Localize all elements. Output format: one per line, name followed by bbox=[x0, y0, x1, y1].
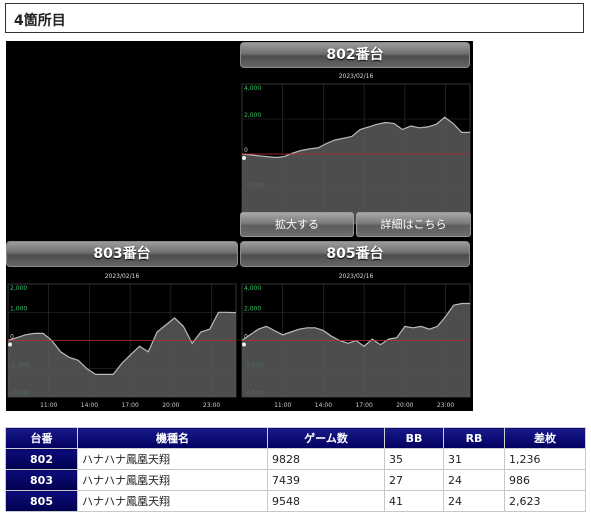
cell-number[interactable]: 805 bbox=[5, 490, 78, 512]
panel-title-805: 805番台 bbox=[240, 241, 470, 267]
chart-805: 2023/02/16 11:00 14:00 17:00 20:00 23:00 4,000… bbox=[241, 273, 471, 409]
x-tick-label: 17:00 bbox=[121, 402, 138, 409]
panel-title-803: 803番台 bbox=[6, 241, 238, 267]
chart-803: 2023/02/16 11:00 14:00 17:00 20:00 23:00 2,000… bbox=[7, 273, 237, 409]
y-tick-label: 0 bbox=[244, 147, 248, 154]
col-header-number: 台番 bbox=[5, 427, 78, 449]
start-point-marker bbox=[242, 156, 246, 160]
cell-games: 9548 bbox=[267, 490, 385, 512]
cell-games: 9828 bbox=[267, 448, 385, 470]
start-point-marker bbox=[242, 342, 246, 347]
panel-803: 803番台 2023/02/16 11:00 14:00 17:00 20:00 23:0… bbox=[6, 241, 238, 411]
start-point-marker bbox=[8, 342, 12, 347]
cell-bb: 35 bbox=[384, 448, 444, 470]
cell-bb: 41 bbox=[384, 490, 444, 512]
y-tick-label: 4,000 bbox=[244, 85, 261, 92]
graph-area: 802番台 2023/02/16 11:00 14:00 17:00 20:00 23:0… bbox=[6, 41, 473, 411]
y-tick-label: 4,000 bbox=[244, 285, 261, 292]
x-tick-label: 14:00 bbox=[315, 402, 332, 409]
chart-date-label: 2023/02/16 bbox=[339, 273, 374, 280]
x-tick-label: 14:00 bbox=[81, 402, 98, 409]
y-tick-label: 2,000 bbox=[244, 305, 261, 312]
cell-games: 7439 bbox=[267, 469, 385, 491]
cell-rb: 24 bbox=[443, 490, 505, 512]
panel-title-802: 802番台 bbox=[240, 42, 470, 68]
col-header-model: 機種名 bbox=[77, 427, 268, 449]
table-row: 802 ハナハナ鳳凰天翔 9828 35 31 1,236 bbox=[5, 448, 586, 470]
zoom-button[interactable]: 拡大する bbox=[240, 212, 354, 237]
panel-802: 802番台 2023/02/1611:0014:0017:0020:0023:0… bbox=[240, 42, 472, 238]
table-row: 805 ハナハナ鳳凰天翔 9548 41 24 2,623 bbox=[5, 490, 586, 512]
x-tick-label: 17:00 bbox=[355, 402, 372, 409]
table-header-row: 台番 機種名 ゲーム数 BB RB 差枚 bbox=[5, 427, 586, 449]
y-tick-label: 2,000 bbox=[10, 285, 27, 292]
section-title: 4箇所目 bbox=[14, 13, 66, 29]
col-header-games: ゲーム数 bbox=[267, 427, 385, 449]
chart-date-label: 2023/02/16 bbox=[339, 73, 374, 80]
table-row: 803 ハナハナ鳳凰天翔 7439 27 24 986 bbox=[5, 469, 586, 491]
y-tick-label: 1,000 bbox=[10, 305, 27, 312]
cell-model: ハナハナ鳳凰天翔 bbox=[77, 469, 268, 491]
chart-date-label: 2023/02/16 bbox=[105, 273, 140, 280]
cell-model: ハナハナ鳳凰天翔 bbox=[77, 448, 268, 470]
col-header-diff: 差枚 bbox=[504, 427, 586, 449]
cell-number[interactable]: 803 bbox=[5, 469, 78, 491]
col-header-bb: BB bbox=[384, 427, 444, 449]
x-tick-label: 23:00 bbox=[437, 402, 454, 409]
col-header-rb: RB bbox=[443, 427, 505, 449]
x-tick-label: 20:00 bbox=[396, 402, 413, 409]
x-tick-label: 11:00 bbox=[40, 402, 57, 409]
y-tick-label: 2,000 bbox=[244, 112, 261, 119]
cell-rb: 24 bbox=[443, 469, 505, 491]
x-tick-label: 11:00 bbox=[274, 402, 291, 409]
panel-805: 805番台 2023/02/16 11:00 14:00 17:00 20:00 23:0… bbox=[240, 241, 472, 411]
detail-button[interactable]: 詳細はこちら bbox=[356, 212, 471, 237]
machine-table: 台番 機種名 ゲーム数 BB RB 差枚 802 ハナハナ鳳凰天翔 9828 3… bbox=[5, 427, 586, 512]
cell-rb: 31 bbox=[443, 448, 505, 470]
x-tick-label: 23:00 bbox=[203, 402, 220, 409]
section-heading: 4箇所目 bbox=[5, 3, 584, 33]
cell-diff: 986 bbox=[504, 469, 586, 491]
cell-model: ハナハナ鳳凰天翔 bbox=[77, 490, 268, 512]
x-tick-label: 20:00 bbox=[162, 402, 179, 409]
cell-bb: 27 bbox=[384, 469, 444, 491]
cell-diff: 1,236 bbox=[504, 448, 586, 470]
cell-diff: 2,623 bbox=[504, 490, 586, 512]
cell-number[interactable]: 802 bbox=[5, 448, 78, 470]
